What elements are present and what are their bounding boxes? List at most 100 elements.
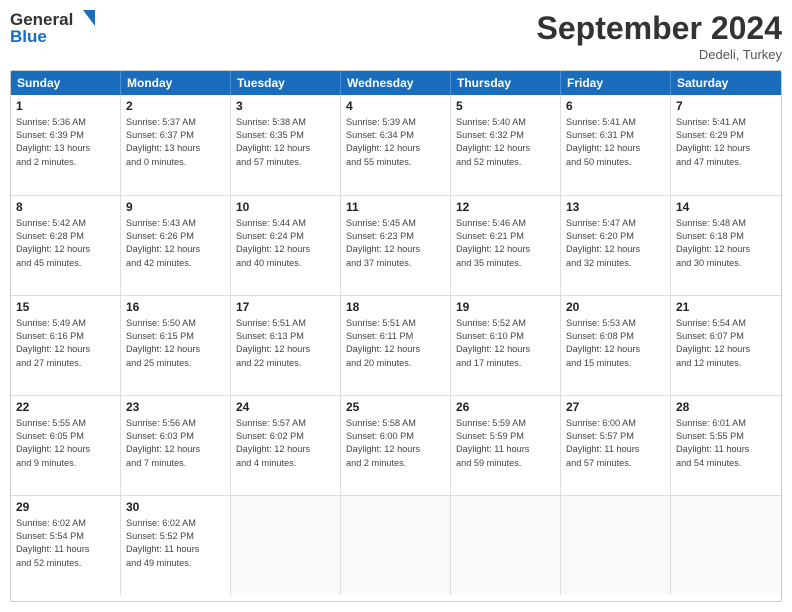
day-detail-w4-d0: Sunrise: 6:02 AM Sunset: 5:54 PM Dayligh… (16, 517, 115, 570)
day-detail-w3-d4: Sunrise: 5:59 AM Sunset: 5:59 PM Dayligh… (456, 417, 555, 470)
week-3: 22Sunrise: 5:55 AM Sunset: 6:05 PM Dayli… (11, 395, 781, 495)
day-detail-w0-d5: Sunrise: 5:41 AM Sunset: 6:31 PM Dayligh… (566, 116, 665, 169)
day-detail-w4-d1: Sunrise: 6:02 AM Sunset: 5:52 PM Dayligh… (126, 517, 225, 570)
calendar-body: 1Sunrise: 5:36 AM Sunset: 6:39 PM Daylig… (11, 95, 781, 595)
day-num-w4-d0: 29 (16, 499, 115, 516)
cell-w2-d1: 16Sunrise: 5:50 AM Sunset: 6:15 PM Dayli… (121, 296, 231, 395)
day-num-w0-d3: 4 (346, 98, 445, 115)
day-num-w2-d2: 17 (236, 299, 335, 316)
day-num-w2-d1: 16 (126, 299, 225, 316)
day-num-w1-d4: 12 (456, 199, 555, 216)
day-num-w1-d6: 14 (676, 199, 776, 216)
cell-w0-d1: 2Sunrise: 5:37 AM Sunset: 6:37 PM Daylig… (121, 95, 231, 195)
cell-w1-d5: 13Sunrise: 5:47 AM Sunset: 6:20 PM Dayli… (561, 196, 671, 295)
day-num-w0-d5: 6 (566, 98, 665, 115)
cell-w2-d0: 15Sunrise: 5:49 AM Sunset: 6:16 PM Dayli… (11, 296, 121, 395)
day-detail-w1-d4: Sunrise: 5:46 AM Sunset: 6:21 PM Dayligh… (456, 217, 555, 270)
cell-w1-d0: 8Sunrise: 5:42 AM Sunset: 6:28 PM Daylig… (11, 196, 121, 295)
day-detail-w2-d0: Sunrise: 5:49 AM Sunset: 6:16 PM Dayligh… (16, 317, 115, 370)
day-detail-w1-d3: Sunrise: 5:45 AM Sunset: 6:23 PM Dayligh… (346, 217, 445, 270)
day-num-w0-d1: 2 (126, 98, 225, 115)
cell-w1-d1: 9Sunrise: 5:43 AM Sunset: 6:26 PM Daylig… (121, 196, 231, 295)
cell-w3-d3: 25Sunrise: 5:58 AM Sunset: 6:00 PM Dayli… (341, 396, 451, 495)
day-num-w0-d4: 5 (456, 98, 555, 115)
cell-w4-d2 (231, 496, 341, 595)
cell-w2-d6: 21Sunrise: 5:54 AM Sunset: 6:07 PM Dayli… (671, 296, 781, 395)
day-detail-w3-d2: Sunrise: 5:57 AM Sunset: 6:02 PM Dayligh… (236, 417, 335, 470)
day-detail-w2-d2: Sunrise: 5:51 AM Sunset: 6:13 PM Dayligh… (236, 317, 335, 370)
cell-w3-d4: 26Sunrise: 5:59 AM Sunset: 5:59 PM Dayli… (451, 396, 561, 495)
header-tuesday: Tuesday (231, 71, 341, 95)
day-num-w0-d2: 3 (236, 98, 335, 115)
cell-w0-d6: 7Sunrise: 5:41 AM Sunset: 6:29 PM Daylig… (671, 95, 781, 195)
cell-w0-d5: 6Sunrise: 5:41 AM Sunset: 6:31 PM Daylig… (561, 95, 671, 195)
location: Dedeli, Turkey (537, 47, 782, 62)
day-detail-w0-d1: Sunrise: 5:37 AM Sunset: 6:37 PM Dayligh… (126, 116, 225, 169)
day-detail-w0-d2: Sunrise: 5:38 AM Sunset: 6:35 PM Dayligh… (236, 116, 335, 169)
cell-w0-d4: 5Sunrise: 5:40 AM Sunset: 6:32 PM Daylig… (451, 95, 561, 195)
header-saturday: Saturday (671, 71, 781, 95)
header-friday: Friday (561, 71, 671, 95)
cell-w1-d3: 11Sunrise: 5:45 AM Sunset: 6:23 PM Dayli… (341, 196, 451, 295)
day-detail-w3-d3: Sunrise: 5:58 AM Sunset: 6:00 PM Dayligh… (346, 417, 445, 470)
day-detail-w3-d5: Sunrise: 6:00 AM Sunset: 5:57 PM Dayligh… (566, 417, 665, 470)
day-detail-w2-d6: Sunrise: 5:54 AM Sunset: 6:07 PM Dayligh… (676, 317, 776, 370)
cell-w2-d3: 18Sunrise: 5:51 AM Sunset: 6:11 PM Dayli… (341, 296, 451, 395)
day-num-w3-d1: 23 (126, 399, 225, 416)
day-detail-w2-d5: Sunrise: 5:53 AM Sunset: 6:08 PM Dayligh… (566, 317, 665, 370)
cell-w1-d2: 10Sunrise: 5:44 AM Sunset: 6:24 PM Dayli… (231, 196, 341, 295)
day-num-w1-d1: 9 (126, 199, 225, 216)
cell-w0-d0: 1Sunrise: 5:36 AM Sunset: 6:39 PM Daylig… (11, 95, 121, 195)
day-detail-w0-d0: Sunrise: 5:36 AM Sunset: 6:39 PM Dayligh… (16, 116, 115, 169)
cell-w0-d3: 4Sunrise: 5:39 AM Sunset: 6:34 PM Daylig… (341, 95, 451, 195)
cell-w2-d2: 17Sunrise: 5:51 AM Sunset: 6:13 PM Dayli… (231, 296, 341, 395)
day-detail-w0-d6: Sunrise: 5:41 AM Sunset: 6:29 PM Dayligh… (676, 116, 776, 169)
day-num-w2-d4: 19 (456, 299, 555, 316)
header-sunday: Sunday (11, 71, 121, 95)
cell-w4-d0: 29Sunrise: 6:02 AM Sunset: 5:54 PM Dayli… (11, 496, 121, 595)
title-block: September 2024 Dedeli, Turkey (537, 10, 782, 62)
cell-w2-d4: 19Sunrise: 5:52 AM Sunset: 6:10 PM Dayli… (451, 296, 561, 395)
day-num-w2-d6: 21 (676, 299, 776, 316)
day-detail-w3-d1: Sunrise: 5:56 AM Sunset: 6:03 PM Dayligh… (126, 417, 225, 470)
header-monday: Monday (121, 71, 231, 95)
day-detail-w1-d6: Sunrise: 5:48 AM Sunset: 6:18 PM Dayligh… (676, 217, 776, 270)
week-2: 15Sunrise: 5:49 AM Sunset: 6:16 PM Dayli… (11, 295, 781, 395)
day-num-w3-d3: 25 (346, 399, 445, 416)
day-num-w3-d0: 22 (16, 399, 115, 416)
week-0: 1Sunrise: 5:36 AM Sunset: 6:39 PM Daylig… (11, 95, 781, 195)
day-num-w3-d4: 26 (456, 399, 555, 416)
cell-w2-d5: 20Sunrise: 5:53 AM Sunset: 6:08 PM Dayli… (561, 296, 671, 395)
day-num-w2-d3: 18 (346, 299, 445, 316)
day-num-w3-d2: 24 (236, 399, 335, 416)
month-title: September 2024 (537, 10, 782, 47)
day-num-w0-d0: 1 (16, 98, 115, 115)
day-num-w1-d5: 13 (566, 199, 665, 216)
day-detail-w1-d1: Sunrise: 5:43 AM Sunset: 6:26 PM Dayligh… (126, 217, 225, 270)
cell-w3-d0: 22Sunrise: 5:55 AM Sunset: 6:05 PM Dayli… (11, 396, 121, 495)
cell-w3-d1: 23Sunrise: 5:56 AM Sunset: 6:03 PM Dayli… (121, 396, 231, 495)
day-detail-w1-d0: Sunrise: 5:42 AM Sunset: 6:28 PM Dayligh… (16, 217, 115, 270)
day-detail-w3-d0: Sunrise: 5:55 AM Sunset: 6:05 PM Dayligh… (16, 417, 115, 470)
cell-w3-d5: 27Sunrise: 6:00 AM Sunset: 5:57 PM Dayli… (561, 396, 671, 495)
cell-w4-d3 (341, 496, 451, 595)
page: General Blue September 2024 Dedeli, Turk… (0, 0, 792, 612)
day-num-w1-d2: 10 (236, 199, 335, 216)
day-detail-w1-d2: Sunrise: 5:44 AM Sunset: 6:24 PM Dayligh… (236, 217, 335, 270)
header-wednesday: Wednesday (341, 71, 451, 95)
day-detail-w2-d3: Sunrise: 5:51 AM Sunset: 6:11 PM Dayligh… (346, 317, 445, 370)
day-detail-w2-d4: Sunrise: 5:52 AM Sunset: 6:10 PM Dayligh… (456, 317, 555, 370)
day-detail-w0-d3: Sunrise: 5:39 AM Sunset: 6:34 PM Dayligh… (346, 116, 445, 169)
week-4: 29Sunrise: 6:02 AM Sunset: 5:54 PM Dayli… (11, 495, 781, 595)
day-num-w2-d5: 20 (566, 299, 665, 316)
cell-w4-d5 (561, 496, 671, 595)
day-num-w4-d1: 30 (126, 499, 225, 516)
cell-w3-d6: 28Sunrise: 6:01 AM Sunset: 5:55 PM Dayli… (671, 396, 781, 495)
week-1: 8Sunrise: 5:42 AM Sunset: 6:28 PM Daylig… (11, 195, 781, 295)
day-num-w0-d6: 7 (676, 98, 776, 115)
day-num-w2-d0: 15 (16, 299, 115, 316)
header-thursday: Thursday (451, 71, 561, 95)
calendar-header: Sunday Monday Tuesday Wednesday Thursday… (11, 71, 781, 95)
day-num-w3-d6: 28 (676, 399, 776, 416)
day-detail-w0-d4: Sunrise: 5:40 AM Sunset: 6:32 PM Dayligh… (456, 116, 555, 169)
